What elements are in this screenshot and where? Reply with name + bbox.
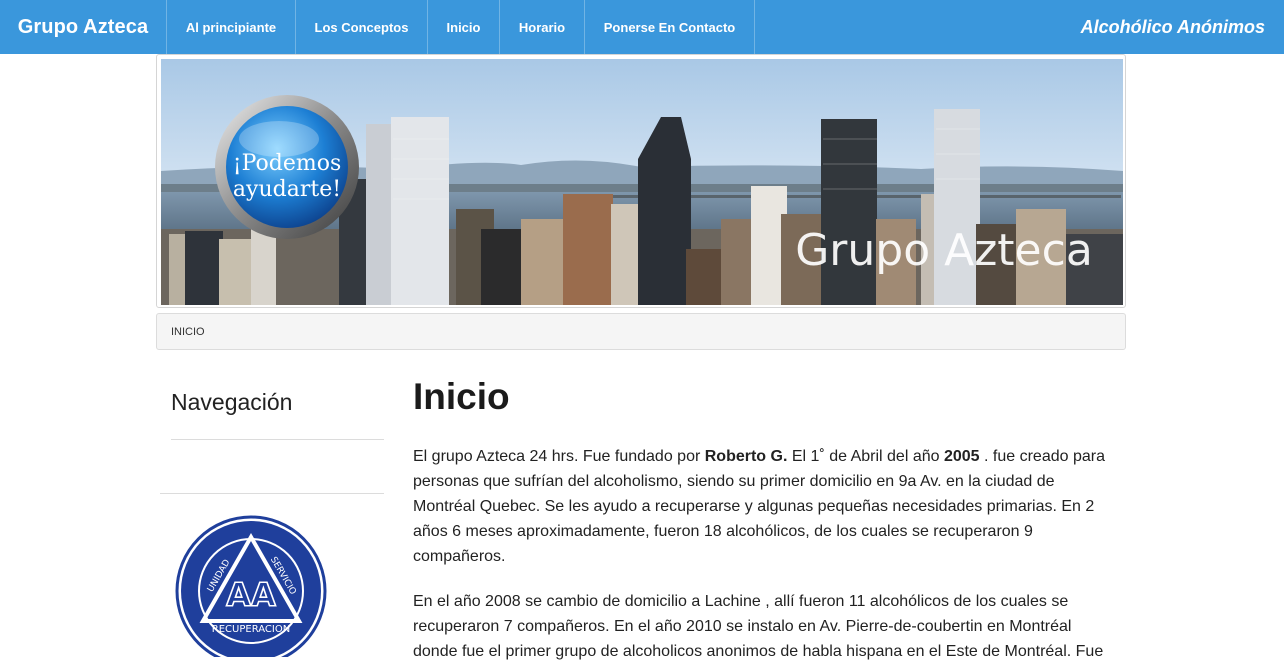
nav-item-inicio[interactable]: Inicio bbox=[427, 0, 499, 54]
history-paragraph: En el año 2008 se cambio de domicilio a … bbox=[413, 593, 1104, 660]
intro-text-1: El grupo Azteca 24 hrs. Fue fundado por bbox=[413, 448, 705, 465]
sidebar-divider bbox=[160, 493, 384, 494]
top-navbar: Grupo Azteca Al principiante Los Concept… bbox=[0, 0, 1284, 54]
aa-logo-bottom-text: RECUPERACION bbox=[212, 624, 290, 635]
city-skyline-image: ¡Podemos ayudarte! Grupo Azteca bbox=[161, 59, 1123, 305]
breadcrumb: INICIO bbox=[156, 313, 1126, 350]
page-title: Inicio bbox=[413, 376, 510, 417]
nav-item-horario[interactable]: Horario bbox=[499, 0, 584, 54]
nav-item-contacto[interactable]: Ponerse En Contacto bbox=[584, 0, 755, 54]
nav-item-los-conceptos[interactable]: Los Conceptos bbox=[295, 0, 427, 54]
brand-link[interactable]: Grupo Azteca bbox=[0, 0, 166, 54]
badge-text-line1: ¡Podemos bbox=[233, 151, 342, 176]
aa-logo: AA UNIDAD SERVICIO RECUPERACION bbox=[175, 515, 327, 657]
banner-overlay-title: Grupo Azteca bbox=[795, 225, 1093, 276]
aa-logo-center-text: AA bbox=[226, 576, 276, 614]
site-tagline[interactable]: Alcohólico Anónimos bbox=[1081, 0, 1265, 54]
intro-paragraph: El grupo Azteca 24 hrs. Fue fundado por … bbox=[413, 444, 1113, 569]
breadcrumb-current: INICIO bbox=[171, 325, 205, 338]
sidebar-title: Navegación bbox=[171, 389, 293, 415]
main-nav: Al principiante Los Conceptos Inicio Hor… bbox=[166, 0, 755, 54]
intro-text-3: . fue creado para personas que sufrían d… bbox=[413, 448, 1105, 565]
nav-item-al-principiante[interactable]: Al principiante bbox=[166, 0, 295, 54]
sidebar-divider bbox=[171, 439, 384, 440]
header-banner: ¡Podemos ayudarte! Grupo Azteca bbox=[156, 54, 1126, 308]
founding-year: 2005 bbox=[943, 448, 980, 465]
badge-text-line2: ayudarte! bbox=[233, 177, 341, 202]
founder-name: Roberto G. bbox=[704, 448, 788, 465]
intro-text-2: El 1˚ de Abril del año bbox=[787, 448, 944, 465]
